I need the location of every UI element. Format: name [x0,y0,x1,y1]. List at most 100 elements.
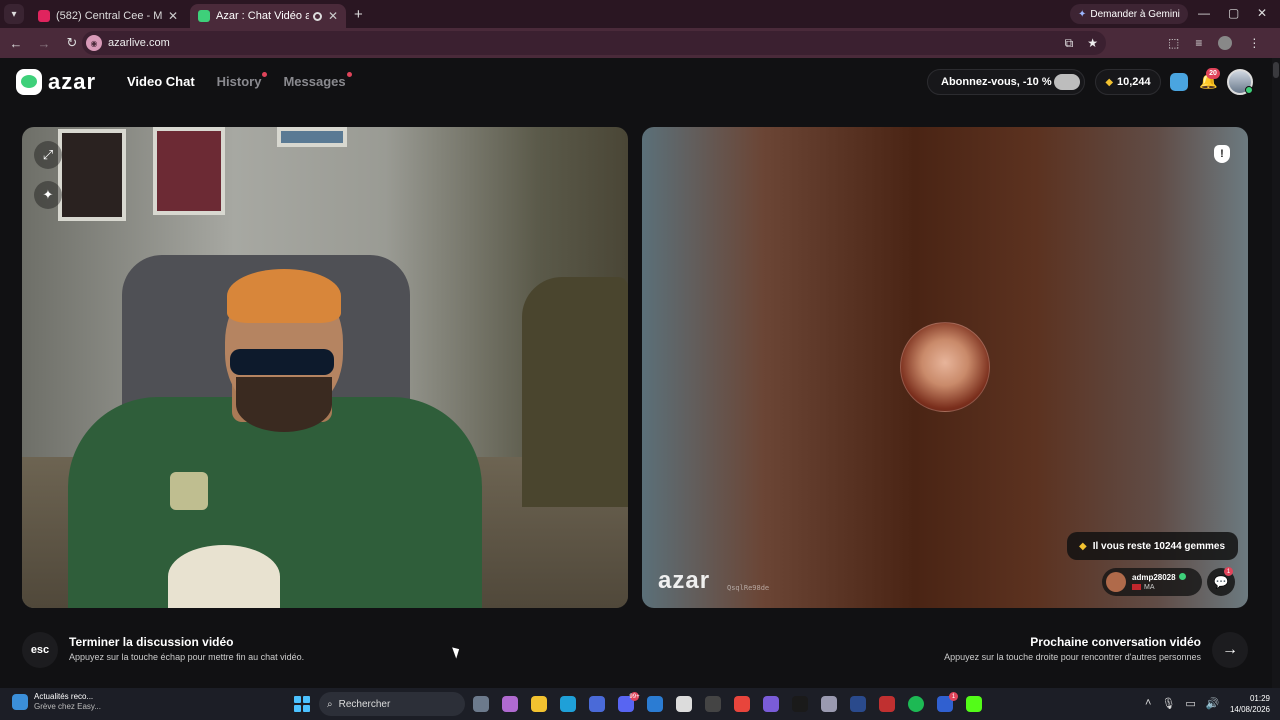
store-icon[interactable] [589,696,605,712]
game-icon[interactable] [763,696,779,712]
news-title: Actualités reco... [34,692,94,701]
gemini-button[interactable]: ✦ Demander à Gemini [1070,4,1188,24]
windows-taskbar: Actualités reco... Grève chez Easy... ⌕ … [0,688,1280,720]
close-tab-icon[interactable]: ✕ [168,9,178,23]
new-tab-button[interactable]: + [354,6,363,23]
windows-start-icon[interactable] [294,696,310,712]
partner-video-panel: ! ◆ Il vous reste 10244 gemmes azar Qsql… [642,127,1248,608]
bowl [168,545,280,608]
browser-toolbar: ⬚ ≡ ⋮ [1168,36,1260,50]
recording-icon [312,11,322,21]
unread-dot [262,72,268,77]
edge-icon[interactable] [560,696,576,712]
taskbar-clock[interactable]: 01:29 14/08/2026 [1224,693,1270,715]
system-tray: ˄ 🎙 ▭ 🔊 [1145,697,1220,710]
tab-youtube[interactable]: (582) Central Cee - Mockingbird ✕ [30,4,186,28]
network-icon[interactable]: ▭ [1185,697,1195,710]
mail-icon[interactable] [647,696,663,712]
taskbar-search[interactable]: ⌕ Rechercher [319,692,465,716]
reload-icon[interactable]: ↻ [60,35,84,51]
azar-logo[interactable]: azar [16,69,96,95]
chevron-up-icon[interactable]: ˄ [1145,697,1151,710]
clock-time: 01:29 [1249,694,1270,703]
bookmark-star-icon[interactable]: ★ [1087,36,1098,51]
tab-title: Azar : Chat Vidéo avec de n [216,10,309,22]
steam-icon[interactable] [705,696,721,712]
next-chat-hint: Appuyez sur la touche droite pour rencon… [944,652,1201,662]
beard [236,377,332,432]
close-window-icon[interactable]: ✕ [1257,6,1267,20]
gem-icon: ◆ [1079,540,1087,552]
microphone-icon[interactable]: 🎙 [1161,697,1175,710]
site-info-icon[interactable]: ◉ [86,35,102,51]
kick-icon[interactable] [966,696,982,712]
copilot-icon[interactable] [502,696,518,712]
search-icon: ⌕ [327,698,333,710]
remaining-gems-notice: ◆ Il vous reste 10244 gemmes [1067,532,1238,560]
cast-icon[interactable]: ⧉ [1065,36,1074,51]
notification-badge: 20 [1206,68,1220,79]
address-bar: ← → ↻ ◉ azarlive.com ⧉ ★ [0,28,1280,58]
watermark-code: QsqlRe98de [727,584,770,592]
search-placeholder: Rechercher [338,698,391,710]
more-menu-icon[interactable]: ⋮ [1248,36,1260,50]
wall-picture-frame [58,129,126,221]
spotify-icon[interactable] [908,696,924,712]
gem-count: 10,244 [1117,76,1151,88]
cloud-icon [1054,74,1080,90]
minimize-icon[interactable]: — [1198,6,1210,20]
partner-country: MA [1144,583,1155,591]
news-widget[interactable]: Actualités reco... Grève chez Easy... [12,692,101,712]
scrollbar-thumb[interactable] [1273,62,1279,78]
gem-icon: ◆ [1105,76,1114,88]
main-nav: Video Chat History Messages [127,72,352,89]
tab-azar[interactable]: Azar : Chat Vidéo avec de n ✕ [190,4,346,28]
app-a-icon[interactable] [792,696,808,712]
file-explorer-icon[interactable] [531,696,547,712]
url-field[interactable]: ◉ azarlive.com ⧉ ★ [82,31,1106,55]
shop-icon[interactable] [1170,73,1188,91]
unread-dot [346,72,352,77]
media-icon[interactable]: ≡ [1195,36,1202,50]
task-view-icon[interactable] [473,696,489,712]
gem-balance-button[interactable]: ◆ 10,244 [1095,69,1161,95]
clock-date: 14/08/2026 [1229,705,1270,714]
url-text: azarlive.com [108,37,170,49]
azar-watermark: azar [658,567,711,594]
end-chat-button[interactable]: esc [22,632,58,668]
back-icon[interactable]: ← [4,36,28,51]
logo-text: azar [48,69,97,94]
partner-profile-tag[interactable]: admp28028 MA [1102,568,1202,596]
chat-app-icon[interactable] [821,696,837,712]
app-b-icon[interactable] [850,696,866,712]
inbox-icon[interactable] [676,696,692,712]
armchair [522,277,628,507]
app-c-icon[interactable] [879,696,895,712]
partner-profile-photo [900,322,990,412]
morocco-flag-icon [1132,583,1141,590]
effects-wand-icon[interactable]: ✦ [34,181,62,209]
azar-logo-icon [16,69,42,95]
maximize-icon[interactable]: ▢ [1228,6,1239,20]
nav-messages[interactable]: Messages [283,72,352,89]
next-chat-arrow-icon[interactable]: → [1212,632,1248,668]
fullscreen-icon[interactable]: ⤢ [34,141,62,169]
browser-profile-icon[interactable] [1218,36,1233,50]
report-shield-icon[interactable]: ! [1214,145,1230,163]
extensions-icon[interactable]: ⬚ [1168,36,1179,50]
tab-search-icon[interactable]: ▾ [4,4,24,24]
youtube-icon [38,10,50,22]
forward-icon[interactable]: → [32,36,56,51]
chrome-icon[interactable] [734,696,750,712]
nav-video-chat[interactable]: Video Chat [127,74,195,89]
scrollbar[interactable] [1272,58,1280,688]
partner-avatar [1106,572,1126,592]
tab-title: (582) Central Cee - Mockingbird [56,10,162,22]
close-tab-icon[interactable]: ✕ [328,9,338,23]
end-chat-title: Terminer la discussion vidéo [69,635,234,649]
online-status-dot [1245,86,1253,94]
volume-icon[interactable]: 🔊 [1206,697,1220,710]
nav-history[interactable]: History [217,72,268,89]
chat-unread-badge: 1 [1224,567,1233,576]
verified-icon [1178,572,1186,580]
